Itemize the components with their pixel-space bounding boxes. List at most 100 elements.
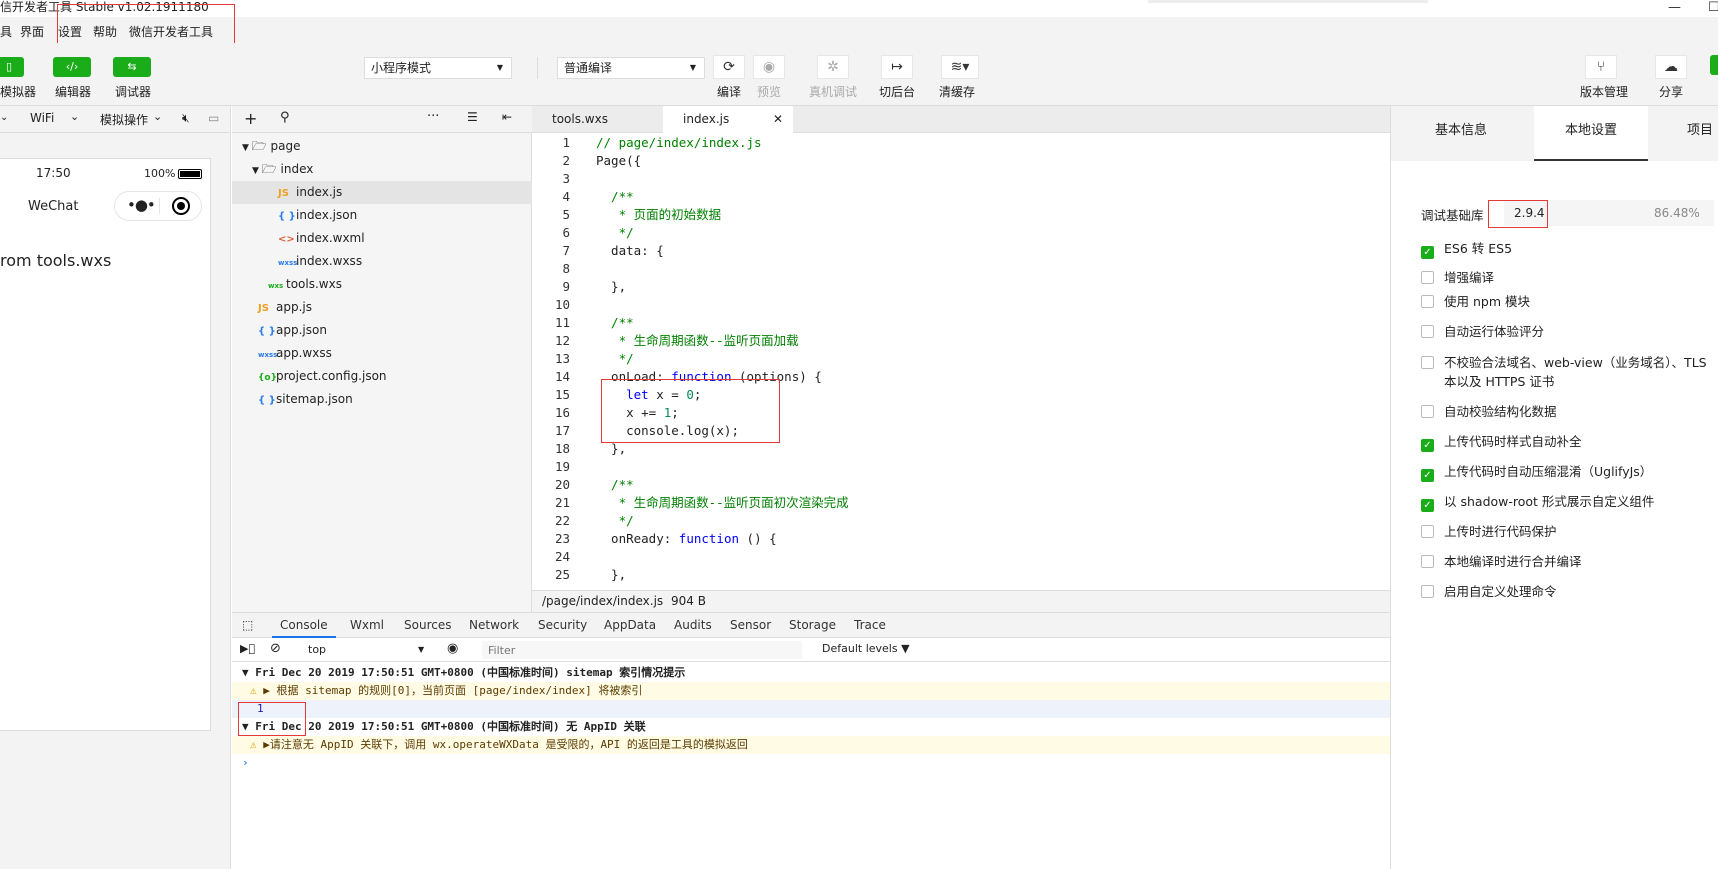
window-icon[interactable]: ▭ <box>208 111 219 125</box>
tree-item-tools-wxs[interactable]: wxs tools.wxs <box>232 273 532 296</box>
option-auto-audit[interactable]: 自动运行体验评分 <box>1421 322 1544 342</box>
checkbox-checked-icon[interactable]: ✓ <box>1421 499 1434 512</box>
version-button[interactable]: ⑂ <box>1585 55 1617 79</box>
wxss-file-icon: wxss <box>258 351 278 359</box>
clear-console-icon[interactable]: ⊘ <box>270 641 281 656</box>
tab-basic-info[interactable]: 基本信息 <box>1411 106 1511 161</box>
eye-icon[interactable]: ◉ <box>447 641 458 656</box>
context-select[interactable]: top ▼ <box>302 641 432 659</box>
tab-console[interactable]: Console <box>272 613 336 638</box>
remote-debug-button[interactable]: ✲ <box>817 55 849 79</box>
tree-item-index-folder[interactable]: ▼ 🗁︎ index <box>232 158 532 181</box>
simulate-ops-select[interactable]: 模拟操作 <box>100 111 148 128</box>
tab-sensor[interactable]: Sensor <box>730 613 771 638</box>
clear-cache-button[interactable]: ≋▾ <box>941 55 979 79</box>
checkbox-checked-icon[interactable]: ✓ <box>1421 439 1434 452</box>
console-prompt[interactable]: › <box>232 754 1390 772</box>
console-group-sitemap[interactable]: ▼ Fri Dec 20 2019 17:50:51 GMT+0800 (中国标… <box>232 664 1390 682</box>
maximize-button[interactable]: ☐ <box>1708 0 1718 16</box>
editor-toggle-button[interactable]: ‹/› <box>53 57 91 77</box>
sidebar-toggle-icon[interactable]: ⇤ <box>502 110 512 124</box>
sidebar-show-icon[interactable]: ▶⃞ <box>240 642 255 655</box>
menu-tools[interactable]: 具 <box>0 23 12 40</box>
tree-item-app-json[interactable]: { }app.json <box>232 319 532 342</box>
capsule-menu[interactable]: •●• <box>114 191 202 221</box>
tab-tools-wxs[interactable]: tools.wxs <box>532 106 662 133</box>
tab-storage[interactable]: Storage <box>789 613 836 638</box>
tree-item-sitemap-json[interactable]: { }sitemap.json <box>232 388 532 411</box>
simulator-toggle-button[interactable]: ▯ <box>0 57 24 77</box>
network-dropdown-icon[interactable]: ⌄ <box>70 110 79 123</box>
checkbox-checked-icon[interactable]: ✓ <box>1421 469 1434 482</box>
option-structured-data[interactable]: 自动校验结构化数据 <box>1421 402 1557 422</box>
add-file-icon[interactable]: + <box>244 109 257 128</box>
mode-select[interactable]: 小程序模式 ▼ <box>364 57 512 79</box>
checkbox-icon[interactable] <box>1421 525 1434 538</box>
option-code-protect[interactable]: 上传时进行代码保护 <box>1421 522 1557 542</box>
option-custom-command[interactable]: 启用自定义处理命令 <box>1421 582 1557 602</box>
option-npm[interactable]: 使用 npm 模块 <box>1421 292 1530 312</box>
log-levels-select[interactable]: Default levels ▼ <box>822 642 910 655</box>
tab-appdata[interactable]: AppData <box>604 613 656 638</box>
checkbox-icon[interactable] <box>1421 405 1434 418</box>
code-editor[interactable]: 1 // page/index/index.js 2 Page({3 4 /** 5 * … <box>532 133 1390 590</box>
tab-trace[interactable]: Trace <box>854 613 886 638</box>
network-select[interactable]: WiFi <box>30 111 54 125</box>
ops-dropdown-icon[interactable]: ⌄ <box>153 110 162 123</box>
device-dropdown-icon[interactable]: ⌄ <box>0 112 8 123</box>
tab-project-config[interactable]: 项目 <box>1673 106 1718 161</box>
option-minify[interactable]: ✓ 上传代码时自动压缩混淆（UglifyJs） <box>1421 462 1652 482</box>
compile-mode-select[interactable]: 普通编译 ▼ <box>557 57 705 79</box>
console-filter-input[interactable] <box>482 641 802 659</box>
expand-icon[interactable]: ▶ <box>263 684 270 697</box>
option-style-autoprefix[interactable]: ✓ 上传代码时样式自动补全 <box>1421 432 1582 452</box>
menu-view[interactable]: 界面 <box>20 23 44 40</box>
option-skip-domain-check[interactable]: 不校验合法域名、web-view（业务域名）、TLS <box>1421 353 1707 373</box>
more-dots-icon[interactable]: •●• <box>127 196 156 214</box>
simulator-area: 17:50 100% WeChat •●• rom tools.wxs <box>0 133 231 869</box>
option-es6-to-es5[interactable]: ✓ ES6 转 ES5 <box>1421 239 1512 259</box>
tree-item-app-wxss[interactable]: wxssapp.wxss <box>232 342 532 365</box>
collapse-icon[interactable]: ☰ <box>467 110 478 124</box>
tree-item-app-js[interactable]: JS app.js <box>232 296 532 319</box>
tab-security[interactable]: Security <box>538 613 587 638</box>
checkbox-icon[interactable] <box>1421 356 1434 369</box>
more-icon[interactable]: ··· <box>427 109 439 124</box>
checkbox-checked-icon[interactable]: ✓ <box>1421 246 1434 259</box>
checkbox-icon[interactable] <box>1421 295 1434 308</box>
tree-item-project-config[interactable]: {o}project.config.json <box>232 365 532 388</box>
upload-button[interactable] <box>1710 55 1718 75</box>
mute-icon[interactable]: 🔇︎ <box>182 111 190 126</box>
option-merge-compile[interactable]: 本地编译时进行合并编译 <box>1421 552 1582 572</box>
tree-item-page[interactable]: ▼ 🗁︎ page <box>232 135 532 158</box>
tab-index-js[interactable]: index.js ✕ <box>663 106 793 134</box>
share-button[interactable]: ☁ <box>1655 55 1687 79</box>
expand-icon[interactable]: ▶ <box>263 738 270 751</box>
inspect-icon[interactable]: ⬚ <box>242 618 253 632</box>
tab-local-settings[interactable]: 本地设置 <box>1534 106 1648 161</box>
title-bar: 信开发者工具 Stable v1.02.1911180 — ☐ <box>0 0 1718 17</box>
checkbox-icon[interactable] <box>1421 271 1434 284</box>
tab-audits[interactable]: Audits <box>674 613 712 638</box>
debugger-toggle-button[interactable]: ⇆ <box>113 57 151 77</box>
tab-sources[interactable]: Sources <box>404 613 451 638</box>
option-enhanced-compile[interactable]: 增强编译 <box>1421 268 1494 288</box>
checkbox-icon[interactable] <box>1421 585 1434 598</box>
console-group-appid[interactable]: ▼ Fri Dec 20 2019 17:50:51 GMT+0800 (中国标… <box>232 718 1390 736</box>
checkbox-icon[interactable] <box>1421 325 1434 338</box>
preview-button[interactable]: ◉ <box>753 55 785 79</box>
tree-item-index-json[interactable]: { }index.json <box>232 204 532 227</box>
compile-button[interactable]: ⟳ <box>713 55 745 79</box>
tab-network[interactable]: Network <box>469 613 519 638</box>
tree-item-index-js[interactable]: JS index.js <box>232 181 532 204</box>
close-icon[interactable]: ✕ <box>773 106 783 133</box>
search-icon[interactable]: ⚲ <box>280 110 290 125</box>
checkbox-icon[interactable] <box>1421 555 1434 568</box>
background-button[interactable]: ↦ <box>881 55 913 79</box>
tab-wxml[interactable]: Wxml <box>350 613 384 638</box>
option-shadow-root[interactable]: ✓ 以 shadow-root 形式展示自定义组件 <box>1421 492 1654 512</box>
tree-item-index-wxml[interactable]: <>index.wxml <box>232 227 532 250</box>
close-miniprogram-icon[interactable] <box>172 197 190 215</box>
minimize-button[interactable]: — <box>1668 0 1681 16</box>
tree-item-index-wxss[interactable]: wxssindex.wxss <box>232 250 532 273</box>
